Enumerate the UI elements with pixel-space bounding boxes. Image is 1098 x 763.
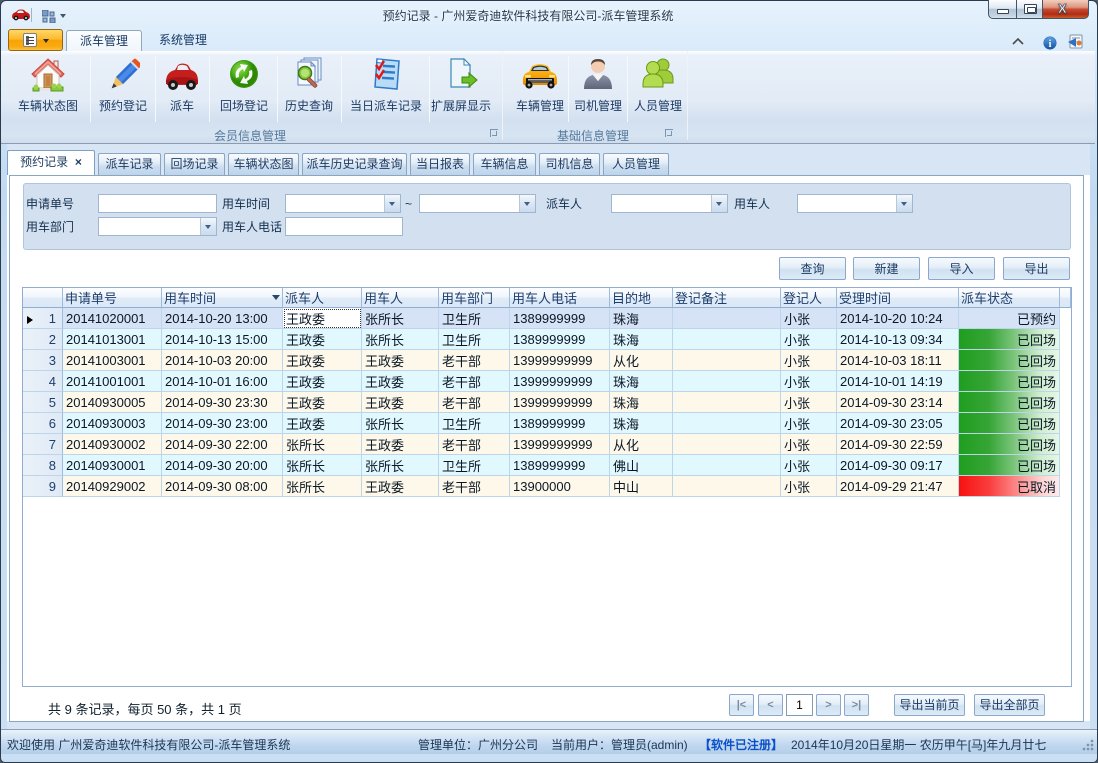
svg-text:i: i — [1049, 39, 1052, 50]
